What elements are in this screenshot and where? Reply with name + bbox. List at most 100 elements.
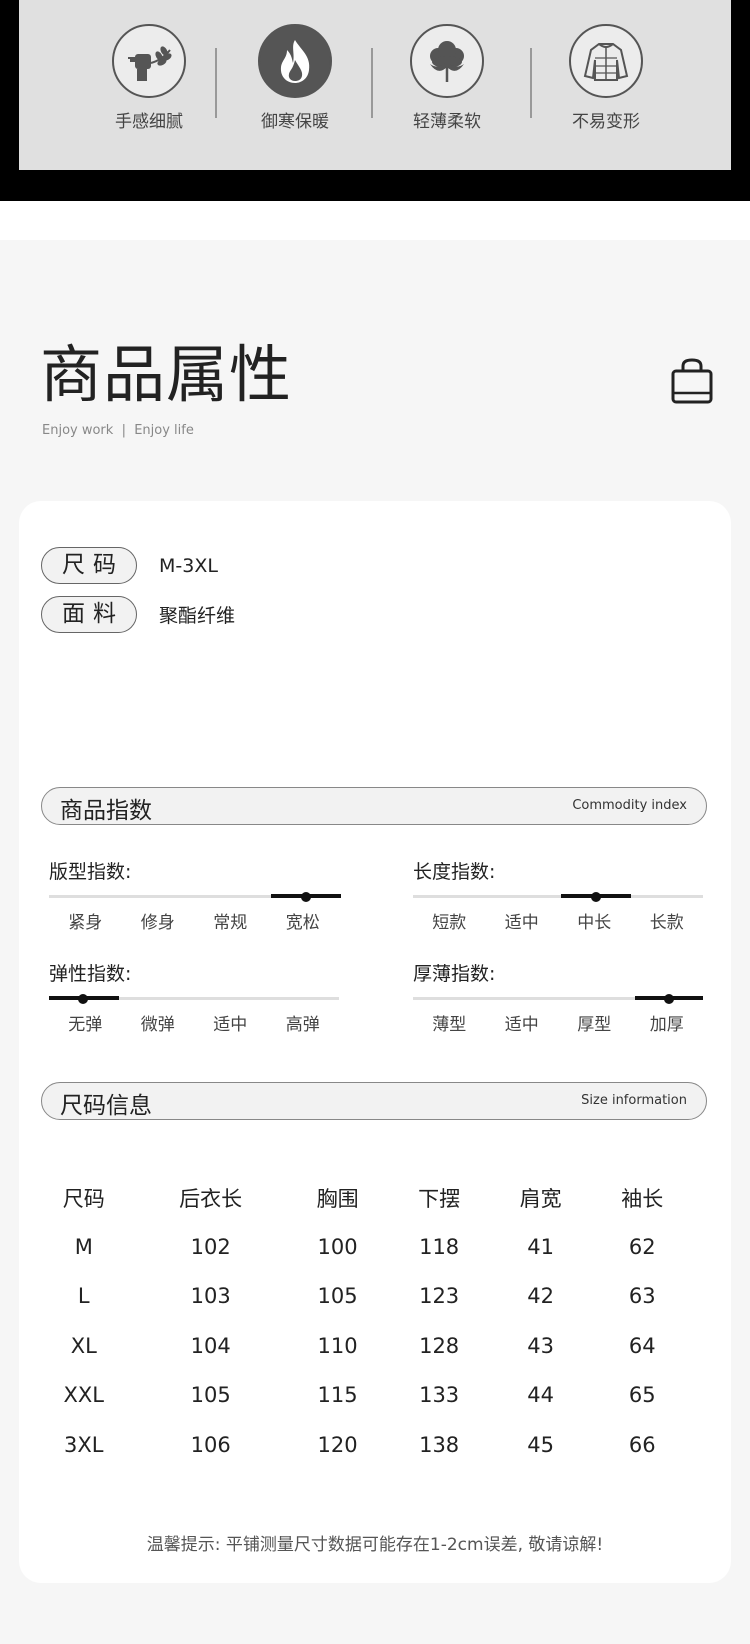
index-marker	[591, 892, 601, 902]
table-cell: 100	[317, 1234, 358, 1259]
index-track	[413, 994, 703, 1004]
index-title: 弹性指数:	[49, 963, 132, 985]
table-cell: 123	[419, 1284, 460, 1309]
size-info-header: 尺码信息 Size information	[41, 1082, 707, 1120]
table-cell: 105	[190, 1383, 231, 1408]
index-marker	[664, 994, 674, 1004]
attribute-value: 聚酯纤维	[159, 605, 236, 627]
feature-divider	[530, 48, 532, 118]
table-cell: 63	[628, 1284, 656, 1309]
feature-label: 不易变形	[572, 112, 640, 132]
index-title: 版型指数:	[49, 861, 132, 883]
table-cell: XXL	[63, 1383, 104, 1408]
index-option: 微弹	[140, 1015, 175, 1035]
table-cell: 104	[190, 1333, 231, 1358]
index-option: 薄型	[432, 1015, 467, 1035]
index-option: 厚型	[577, 1015, 612, 1035]
index-option: 长款	[649, 913, 684, 933]
section-title-en: Size information	[581, 1093, 687, 1108]
table-cell: 65	[628, 1383, 656, 1408]
index-option: 宽松	[285, 913, 320, 933]
table-cell: XL	[70, 1333, 97, 1358]
index-option: 高弹	[285, 1015, 320, 1035]
cotton-icon	[410, 24, 484, 98]
attribute-label: 尺码	[41, 547, 137, 584]
column-header: 下摆	[418, 1187, 461, 1211]
attribute-label: 面料	[41, 596, 137, 633]
table-row: XXL 105 115 133 44 65	[33, 1371, 693, 1421]
feature-divider	[215, 48, 217, 118]
column-header: 袖长	[621, 1187, 664, 1211]
feature-label: 手感细腻	[115, 112, 183, 132]
index-track	[413, 892, 703, 902]
feature-no-deform: 不易变形	[536, 24, 676, 132]
table-cell: 105	[317, 1284, 358, 1309]
index-title: 厚薄指数:	[413, 963, 496, 985]
index-option: 无弹	[68, 1015, 103, 1035]
table-row: XL 104 110 128 43 64	[33, 1321, 693, 1371]
index-elasticity: 弹性指数: 无弹 微弹 适中 高弹	[49, 959, 339, 1035]
table-cell: 62	[628, 1234, 656, 1259]
index-option: 适中	[213, 1015, 248, 1035]
column-header: 尺码	[62, 1187, 105, 1211]
index-track	[49, 892, 341, 902]
index-option: 紧身	[68, 913, 103, 933]
commodity-index-header: 商品指数 Commodity index	[41, 787, 707, 825]
table-cell: L	[77, 1284, 90, 1309]
feature-light-soft: 轻薄柔软	[377, 24, 517, 132]
jacket-icon	[569, 24, 643, 98]
index-option: 适中	[504, 1015, 539, 1035]
page-title: 商品属性	[40, 338, 293, 411]
page-subtitle: Enjoy work | Enjoy life	[42, 423, 194, 438]
table-cell: 103	[190, 1284, 231, 1309]
index-length: 长度指数: 短款 适中 中长 长款	[413, 857, 703, 933]
feature-label: 轻薄柔软	[413, 112, 481, 132]
index-option: 短款	[432, 913, 467, 933]
table-cell: 118	[419, 1234, 460, 1259]
table-cell: 133	[419, 1383, 460, 1408]
feature-label: 御寒保暖	[261, 112, 329, 132]
index-option: 适中	[504, 913, 539, 933]
table-cell: 42	[527, 1284, 555, 1309]
index-track	[49, 994, 339, 1004]
index-option: 中长	[577, 913, 612, 933]
index-options: 薄型 适中 厚型 加厚	[413, 1010, 703, 1035]
attribute-size-row: 尺码 M-3XL	[41, 547, 218, 584]
table-row: 3XL 106 120 138 45 66	[33, 1420, 693, 1470]
column-header: 肩宽	[519, 1187, 562, 1211]
table-cell: 3XL	[64, 1432, 104, 1457]
flame-icon	[258, 24, 332, 98]
table-cell: 138	[419, 1432, 460, 1457]
table-cell: 43	[527, 1333, 555, 1358]
table-cell: 106	[190, 1432, 231, 1457]
index-option: 加厚	[649, 1015, 684, 1035]
table-cell: 102	[190, 1234, 231, 1259]
size-note: 温馨提示: 平铺测量尺寸数据可能存在1-2cm误差, 敬请谅解!	[146, 1535, 604, 1555]
index-fit: 版型指数: 紧身 修身 常规 宽松	[49, 857, 341, 933]
table-row: L 103 105 123 42 63	[33, 1272, 693, 1322]
index-options: 短款 适中 中长 长款	[413, 908, 703, 933]
section-title: 尺码信息	[60, 1093, 152, 1119]
index-thickness: 厚薄指数: 薄型 适中 厚型 加厚	[413, 959, 703, 1035]
table-cell: M	[74, 1234, 93, 1259]
table-cell: 115	[317, 1383, 358, 1408]
table-cell: 64	[628, 1333, 656, 1358]
feature-soft-touch: 手感细腻	[79, 24, 219, 132]
hand-wheat-icon	[112, 24, 186, 98]
feature-warmth: 御寒保暖	[225, 24, 365, 132]
table-cell: 128	[419, 1333, 460, 1358]
attribute-fabric-row: 面料 聚酯纤维	[41, 596, 235, 633]
index-options: 无弹 微弹 适中 高弹	[49, 1010, 339, 1035]
column-header: 胸围	[316, 1187, 359, 1211]
size-table: 尺码 后衣长 胸围 下摆 肩宽 袖长 M 102 100 118 41 62 L…	[33, 1174, 693, 1470]
table-cell: 45	[527, 1432, 555, 1457]
index-option: 修身	[140, 913, 175, 933]
index-option: 常规	[213, 913, 248, 933]
index-marker	[301, 892, 311, 902]
table-row: M 102 100 118 41 62	[33, 1222, 693, 1272]
shopping-bag-icon	[670, 357, 714, 405]
section-title-en: Commodity index	[572, 798, 687, 813]
table-cell: 44	[527, 1383, 555, 1408]
table-cell: 41	[527, 1234, 555, 1259]
feature-divider	[371, 48, 373, 118]
